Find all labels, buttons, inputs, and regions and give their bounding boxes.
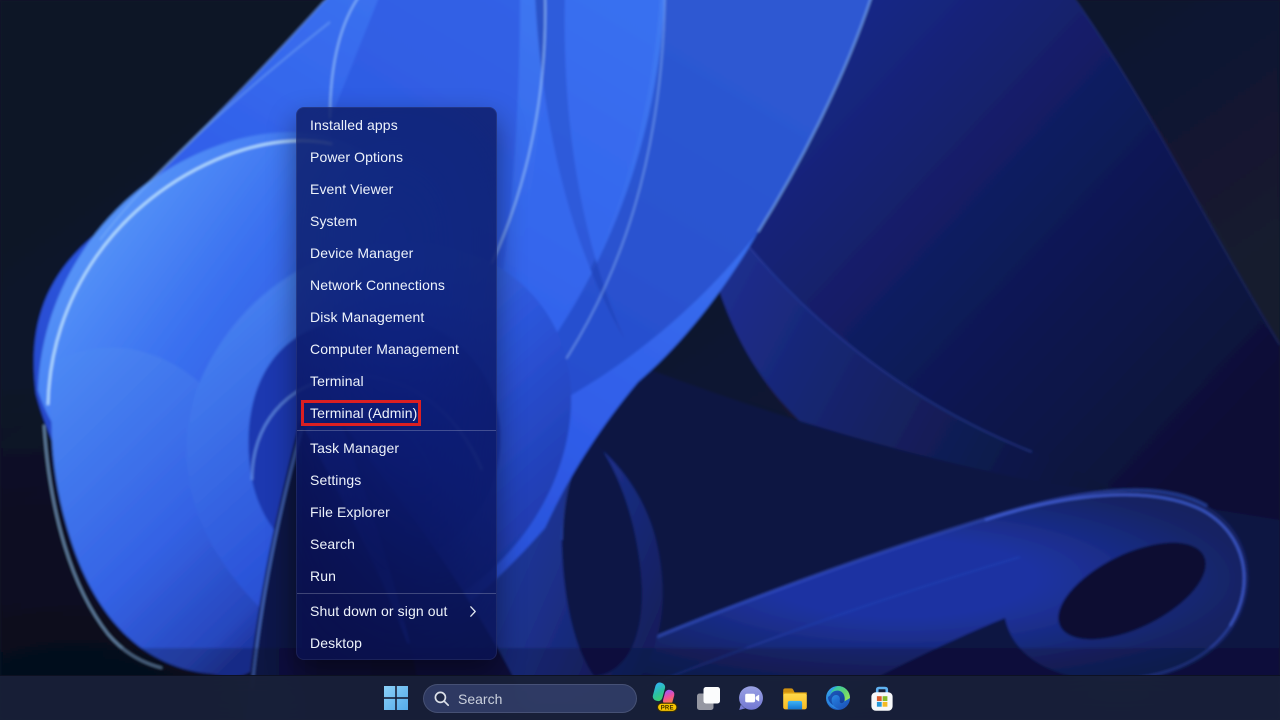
menu-item-installed-apps[interactable]: Installed apps: [297, 109, 496, 141]
menu-item-label: Terminal (Admin): [310, 405, 417, 421]
menu-item-label: File Explorer: [310, 504, 390, 520]
menu-item-label: Computer Management: [310, 341, 459, 357]
file-explorer-icon: [782, 686, 808, 711]
menu-item-task-manager[interactable]: Task Manager: [297, 432, 496, 464]
menu-item-network-connections[interactable]: Network Connections: [297, 269, 496, 301]
menu-item-label: System: [310, 213, 357, 229]
menu-item-label: Network Connections: [310, 277, 445, 293]
menu-item-label: Terminal: [310, 373, 364, 389]
menu-separator: [297, 430, 496, 431]
copilot-icon: PRE: [647, 682, 681, 714]
taskbar: Search: [0, 675, 1280, 720]
task-view-button[interactable]: [688, 678, 728, 718]
taskbar-search-box[interactable]: Search: [423, 684, 637, 713]
menu-item-file-explorer[interactable]: File Explorer: [297, 496, 496, 528]
search-icon: [434, 691, 450, 707]
windows-logo-icon: [384, 686, 408, 710]
menu-item-device-manager[interactable]: Device Manager: [297, 237, 496, 269]
edge-icon: [825, 685, 851, 711]
submenu-chevron-icon: [470, 606, 476, 617]
store-button[interactable]: [862, 678, 902, 718]
menu-item-shut-down-or-sign-out[interactable]: Shut down or sign out: [297, 595, 496, 627]
store-icon: [869, 685, 895, 712]
menu-item-settings[interactable]: Settings: [297, 464, 496, 496]
menu-item-label: Device Manager: [310, 245, 413, 261]
menu-item-run[interactable]: Run: [297, 560, 496, 592]
svg-text:PRE: PRE: [661, 706, 674, 712]
menu-item-label: Installed apps: [310, 117, 398, 133]
menu-item-label: Settings: [310, 472, 361, 488]
copilot-pre-badge: PRE: [658, 703, 677, 711]
menu-item-terminal[interactable]: Terminal: [297, 365, 496, 397]
menu-item-disk-management[interactable]: Disk Management: [297, 301, 496, 333]
edge-button[interactable]: [818, 678, 858, 718]
file-explorer-button[interactable]: [775, 678, 815, 718]
copilot-button[interactable]: PRE: [644, 678, 684, 718]
menu-item-label: Event Viewer: [310, 181, 393, 197]
menu-separator: [297, 593, 496, 594]
start-button[interactable]: [376, 678, 416, 718]
menu-item-label: Desktop: [310, 635, 362, 651]
desktop-wallpaper[interactable]: [0, 0, 1280, 720]
winx-power-user-menu: Installed apps Power Options Event Viewer S…: [296, 107, 497, 660]
chat-icon: [738, 685, 764, 711]
menu-item-terminal-admin[interactable]: Terminal (Admin): [297, 397, 496, 429]
menu-item-label: Search: [310, 536, 355, 552]
menu-item-desktop[interactable]: Desktop: [297, 627, 496, 659]
chat-button[interactable]: [731, 678, 771, 718]
menu-item-label: Shut down or sign out: [310, 603, 448, 619]
menu-item-computer-management[interactable]: Computer Management: [297, 333, 496, 365]
menu-item-search[interactable]: Search: [297, 528, 496, 560]
menu-item-label: Power Options: [310, 149, 403, 165]
windows-desktop: Installed apps Power Options Event Viewer S…: [0, 0, 1280, 720]
menu-item-label: Task Manager: [310, 440, 399, 456]
search-placeholder: Search: [458, 691, 502, 707]
menu-item-system[interactable]: System: [297, 205, 496, 237]
menu-item-label: Run: [310, 568, 336, 584]
menu-item-power-options[interactable]: Power Options: [297, 141, 496, 173]
menu-item-event-viewer[interactable]: Event Viewer: [297, 173, 496, 205]
menu-item-label: Disk Management: [310, 309, 424, 325]
task-view-icon: [696, 686, 721, 711]
